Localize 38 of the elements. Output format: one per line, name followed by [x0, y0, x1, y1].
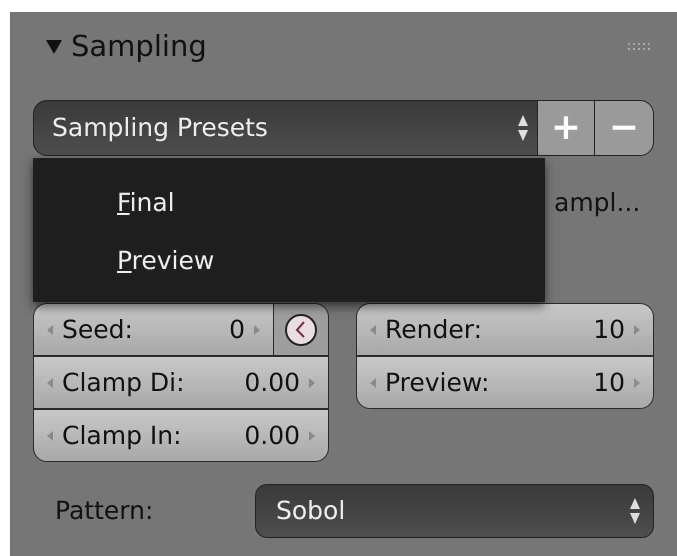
pattern-label: Pattern:	[54, 495, 154, 528]
field-value: 0.00	[244, 366, 300, 399]
right-arrow-icon[interactable]	[308, 430, 316, 442]
panel-title[interactable]: Sampling	[71, 25, 207, 69]
right-arrow-icon[interactable]	[308, 376, 316, 388]
up-down-arrows-icon	[517, 114, 529, 142]
right-arrow-icon[interactable]	[633, 376, 641, 388]
up-down-arrows-icon	[629, 497, 641, 525]
right-arrow-icon[interactable]	[633, 324, 641, 336]
number-field[interactable]: Preview: 10	[356, 356, 654, 409]
clock-icon	[284, 312, 318, 346]
number-field[interactable]: Clamp Di: 0.00	[33, 356, 330, 409]
field-label: Clamp In:	[62, 420, 182, 452]
field-value: 0.00	[244, 420, 300, 452]
field-label: Clamp Di:	[62, 366, 185, 399]
number-field[interactable]: Clamp In: 0.00	[33, 409, 330, 462]
presets-dropdown[interactable]: Sampling Presets	[33, 100, 538, 156]
menu-item[interactable]: Preview	[117, 242, 545, 279]
field-label: Preview:	[385, 366, 490, 399]
field-value: 10	[593, 314, 625, 346]
number-field[interactable]: Render: 10	[356, 303, 654, 356]
left-arrow-icon[interactable]	[46, 430, 54, 442]
number-field[interactable]: Seed: 0	[33, 303, 274, 356]
collapse-triangle-icon[interactable]	[45, 38, 63, 56]
left-arrow-icon[interactable]	[46, 324, 54, 336]
field-value: 0	[229, 314, 246, 346]
right-arrow-icon[interactable]	[253, 324, 262, 336]
menu-item[interactable]: Final	[117, 184, 545, 222]
left-arrow-icon[interactable]	[46, 376, 54, 388]
left-arrow-icon[interactable]	[369, 324, 378, 336]
field-label: Render:	[385, 314, 482, 346]
left-arrow-icon[interactable]	[369, 376, 378, 388]
clock-button[interactable]	[274, 303, 330, 356]
field-value: 10	[593, 366, 625, 399]
drag-grip-icon[interactable]	[628, 42, 652, 52]
field-label: Seed:	[62, 314, 133, 346]
checkbox-label: ampl...	[554, 187, 640, 219]
pattern-dropdown[interactable]: Sobol	[255, 484, 654, 538]
